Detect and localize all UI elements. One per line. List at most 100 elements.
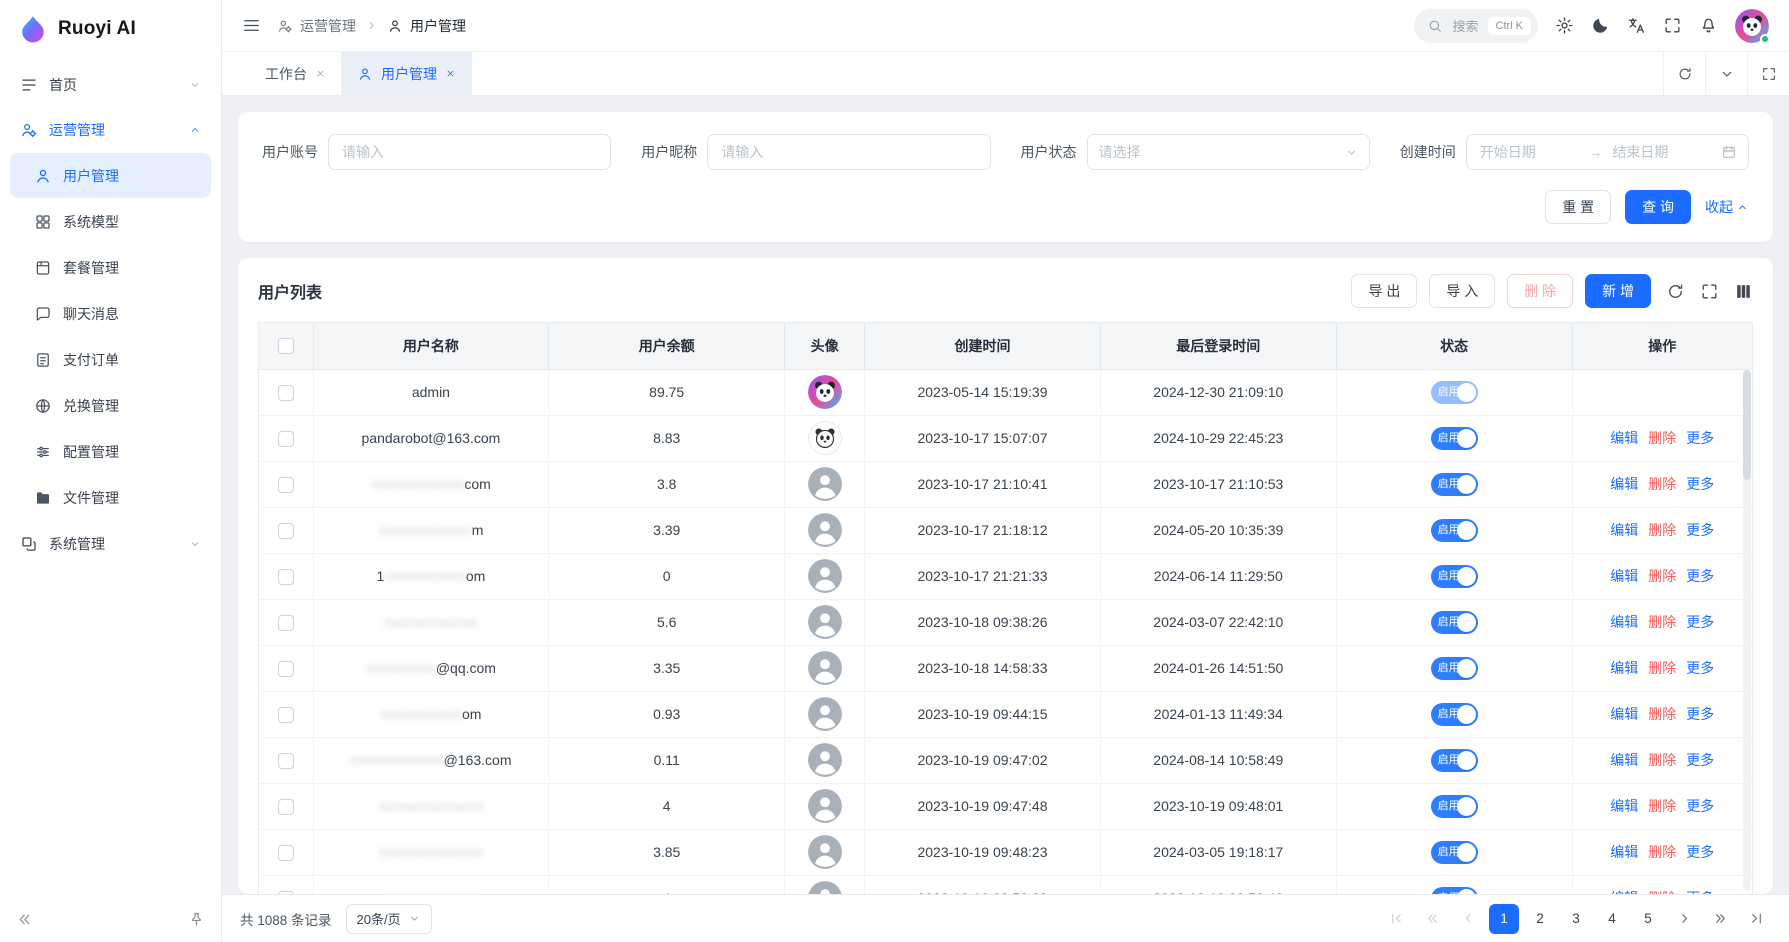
status-toggle[interactable]: 启用 bbox=[1431, 381, 1478, 404]
status-toggle[interactable]: 启用 bbox=[1431, 427, 1478, 450]
breadcrumb-item-operations[interactable]: 运营管理 bbox=[277, 16, 356, 36]
chevron-down-icon[interactable] bbox=[1705, 52, 1747, 95]
end-date-input[interactable] bbox=[1610, 143, 1713, 161]
more-link[interactable]: 更多 bbox=[1686, 428, 1714, 448]
expand-icon[interactable] bbox=[1747, 52, 1789, 95]
status-toggle[interactable]: 启用 bbox=[1431, 795, 1478, 818]
status-toggle[interactable]: 启用 bbox=[1431, 657, 1478, 680]
next-page-button[interactable] bbox=[1669, 904, 1699, 934]
query-button[interactable]: 查 询 bbox=[1625, 190, 1691, 224]
close-icon[interactable] bbox=[445, 68, 456, 79]
sidebar-item-3[interactable]: 聊天消息 bbox=[10, 291, 211, 336]
delete-link[interactable]: 删除 bbox=[1648, 658, 1676, 678]
sidebar-item-7[interactable]: 文件管理 bbox=[10, 475, 211, 520]
delete-link[interactable]: 删除 bbox=[1648, 888, 1676, 894]
more-link[interactable]: 更多 bbox=[1686, 658, 1714, 678]
sidebar-group-0[interactable]: 首页 bbox=[0, 62, 221, 107]
row-checkbox[interactable] bbox=[278, 799, 294, 815]
translate-icon[interactable] bbox=[1627, 16, 1646, 35]
next-group-button[interactable] bbox=[1705, 904, 1735, 934]
edit-link[interactable]: 编辑 bbox=[1610, 750, 1638, 770]
edit-link[interactable]: 编辑 bbox=[1610, 474, 1638, 494]
refresh-icon[interactable] bbox=[1666, 282, 1685, 301]
export-button[interactable]: 导 出 bbox=[1351, 274, 1417, 308]
pin-icon[interactable] bbox=[188, 911, 205, 928]
sidebar-group-2[interactable]: 系统管理 bbox=[0, 521, 221, 566]
created-date-range[interactable]: → bbox=[1466, 134, 1749, 170]
prev-group-button[interactable] bbox=[1417, 904, 1447, 934]
row-checkbox[interactable] bbox=[278, 707, 294, 723]
delete-link[interactable]: 删除 bbox=[1648, 704, 1676, 724]
row-checkbox[interactable] bbox=[278, 753, 294, 769]
more-link[interactable]: 更多 bbox=[1686, 796, 1714, 816]
page-button-5[interactable]: 5 bbox=[1633, 904, 1663, 934]
refresh-icon[interactable] bbox=[1663, 52, 1705, 95]
delete-link[interactable]: 删除 bbox=[1648, 520, 1676, 540]
user-avatar[interactable] bbox=[1735, 9, 1769, 43]
more-link[interactable]: 更多 bbox=[1686, 888, 1714, 894]
more-link[interactable]: 更多 bbox=[1686, 612, 1714, 632]
status-toggle[interactable]: 启用 bbox=[1431, 887, 1478, 895]
sidebar-group-1[interactable]: 运营管理 bbox=[0, 107, 221, 152]
sidebar-item-0[interactable]: 用户管理 bbox=[10, 153, 211, 198]
more-link[interactable]: 更多 bbox=[1686, 474, 1714, 494]
delete-link[interactable]: 删除 bbox=[1648, 428, 1676, 448]
scrollbar-thumb[interactable] bbox=[1743, 370, 1751, 480]
delete-button[interactable]: 删 除 bbox=[1507, 274, 1573, 308]
row-checkbox[interactable] bbox=[278, 569, 294, 585]
status-toggle[interactable]: 启用 bbox=[1431, 519, 1478, 542]
table-scrollbar[interactable] bbox=[1743, 370, 1751, 891]
add-button[interactable]: 新 增 bbox=[1585, 274, 1651, 308]
status-toggle[interactable]: 启用 bbox=[1431, 703, 1478, 726]
page-button-2[interactable]: 2 bbox=[1525, 904, 1555, 934]
sidebar-item-4[interactable]: 支付订单 bbox=[10, 337, 211, 382]
breadcrumb-item-users[interactable]: 用户管理 bbox=[387, 16, 466, 36]
edit-link[interactable]: 编辑 bbox=[1610, 658, 1638, 678]
tab-1[interactable]: 用户管理 bbox=[342, 52, 472, 95]
page-button-1[interactable]: 1 bbox=[1489, 904, 1519, 934]
row-checkbox[interactable] bbox=[278, 661, 294, 677]
page-button-3[interactable]: 3 bbox=[1561, 904, 1591, 934]
hamburger-icon[interactable] bbox=[242, 16, 261, 35]
last-page-button[interactable] bbox=[1741, 904, 1771, 934]
row-checkbox[interactable] bbox=[278, 477, 294, 493]
edit-link[interactable]: 编辑 bbox=[1610, 796, 1638, 816]
row-checkbox[interactable] bbox=[278, 615, 294, 631]
edit-link[interactable]: 编辑 bbox=[1610, 428, 1638, 448]
delete-link[interactable]: 删除 bbox=[1648, 474, 1676, 494]
sidebar-item-1[interactable]: 系统模型 bbox=[10, 199, 211, 244]
status-select[interactable]: 请选择 bbox=[1087, 134, 1370, 170]
global-search[interactable]: 搜索 Ctrl K bbox=[1414, 9, 1538, 43]
settings-icon[interactable] bbox=[1555, 16, 1574, 35]
column-settings-icon[interactable] bbox=[1734, 282, 1753, 301]
first-page-button[interactable] bbox=[1381, 904, 1411, 934]
page-size-select[interactable]: 20条/页 bbox=[346, 904, 432, 934]
status-toggle[interactable]: 启用 bbox=[1431, 565, 1478, 588]
status-toggle[interactable]: 启用 bbox=[1431, 473, 1478, 496]
bell-icon[interactable] bbox=[1699, 16, 1718, 35]
sidebar-item-6[interactable]: 配置管理 bbox=[10, 429, 211, 474]
sidebar-item-2[interactable]: 套餐管理 bbox=[10, 245, 211, 290]
prev-page-button[interactable] bbox=[1453, 904, 1483, 934]
delete-link[interactable]: 删除 bbox=[1648, 612, 1676, 632]
edit-link[interactable]: 编辑 bbox=[1610, 566, 1638, 586]
delete-link[interactable]: 删除 bbox=[1648, 750, 1676, 770]
tab-0[interactable]: 工作台 bbox=[250, 52, 342, 95]
more-link[interactable]: 更多 bbox=[1686, 842, 1714, 862]
edit-link[interactable]: 编辑 bbox=[1610, 888, 1638, 894]
more-link[interactable]: 更多 bbox=[1686, 520, 1714, 540]
row-checkbox[interactable] bbox=[278, 431, 294, 447]
status-toggle[interactable]: 启用 bbox=[1431, 749, 1478, 772]
edit-link[interactable]: 编辑 bbox=[1610, 704, 1638, 724]
edit-link[interactable]: 编辑 bbox=[1610, 520, 1638, 540]
fullscreen-icon[interactable] bbox=[1663, 16, 1682, 35]
delete-link[interactable]: 删除 bbox=[1648, 566, 1676, 586]
more-link[interactable]: 更多 bbox=[1686, 704, 1714, 724]
sidebar-collapse-icon[interactable] bbox=[16, 911, 33, 928]
close-icon[interactable] bbox=[315, 68, 326, 79]
status-toggle[interactable]: 启用 bbox=[1431, 611, 1478, 634]
start-date-input[interactable] bbox=[1478, 143, 1581, 161]
select-all-checkbox[interactable] bbox=[278, 338, 294, 354]
delete-link[interactable]: 删除 bbox=[1648, 796, 1676, 816]
row-checkbox[interactable] bbox=[278, 523, 294, 539]
